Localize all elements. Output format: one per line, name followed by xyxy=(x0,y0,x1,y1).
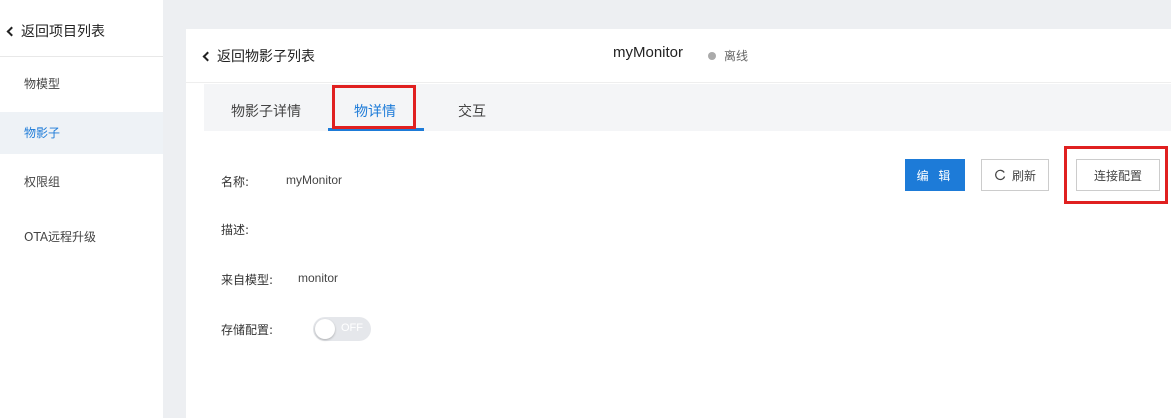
tab-interaction[interactable]: 交互 xyxy=(458,101,486,121)
status-badge: 离线 xyxy=(708,47,748,64)
device-title: myMonitor xyxy=(613,44,684,61)
back-to-shadow-list-link[interactable]: 返回物影子列表 xyxy=(202,46,315,66)
detail-header: 返回物影子列表 myMonitor 离线 xyxy=(186,29,1171,83)
model-value: monitor xyxy=(298,271,339,285)
edit-button[interactable]: 编 辑 xyxy=(905,159,965,191)
connection-config-button[interactable]: 连接配置 xyxy=(1076,159,1160,191)
refresh-label: 刷新 xyxy=(1011,168,1036,183)
toggle-knob xyxy=(315,319,335,339)
active-tab-indicator xyxy=(328,128,424,131)
chevron-left-icon xyxy=(202,51,213,62)
sidebar-item-ota-upgrade[interactable]: OTA远程升级 xyxy=(0,216,163,258)
status-dot-icon xyxy=(708,51,716,60)
back-to-projects-label: 返回项目列表 xyxy=(21,24,105,40)
storage-config-toggle[interactable]: OFF xyxy=(313,317,371,341)
refresh-icon xyxy=(995,169,1006,181)
status-label: 离线 xyxy=(724,49,749,63)
sidebar-item-thing-shadow[interactable]: 物影子 xyxy=(0,112,163,154)
name-value: myMonitor xyxy=(286,173,343,187)
sidebar-item-thing-model[interactable]: 物模型 xyxy=(0,63,163,105)
tab-bar: 物影子详情 物详情 交互 xyxy=(204,84,1171,131)
back-to-projects-link[interactable]: 返回项目列表 xyxy=(6,21,105,41)
toggle-state-label: OFF xyxy=(341,322,363,334)
model-label: 来自模型: xyxy=(221,273,274,287)
description-label: 描述: xyxy=(221,223,250,237)
name-label: 名称: xyxy=(221,175,250,189)
refresh-button[interactable]: 刷新 xyxy=(981,159,1049,191)
sidebar-item-permission-group[interactable]: 权限组 xyxy=(0,161,163,203)
chevron-left-icon xyxy=(6,26,17,37)
sidebar: 返回项目列表 物模型 物影子 权限组 OTA远程升级 xyxy=(0,0,163,418)
storage-config-label: 存储配置: xyxy=(221,323,274,337)
main-panel: 返回物影子列表 myMonitor 离线 物影子详情 物详情 交互 名称: my… xyxy=(186,29,1171,418)
tab-shadow-details[interactable]: 物影子详情 xyxy=(231,101,301,121)
back-to-shadow-list-label: 返回物影子列表 xyxy=(217,49,315,65)
tab-thing-details[interactable]: 物详情 xyxy=(354,101,396,121)
divider xyxy=(0,56,163,57)
